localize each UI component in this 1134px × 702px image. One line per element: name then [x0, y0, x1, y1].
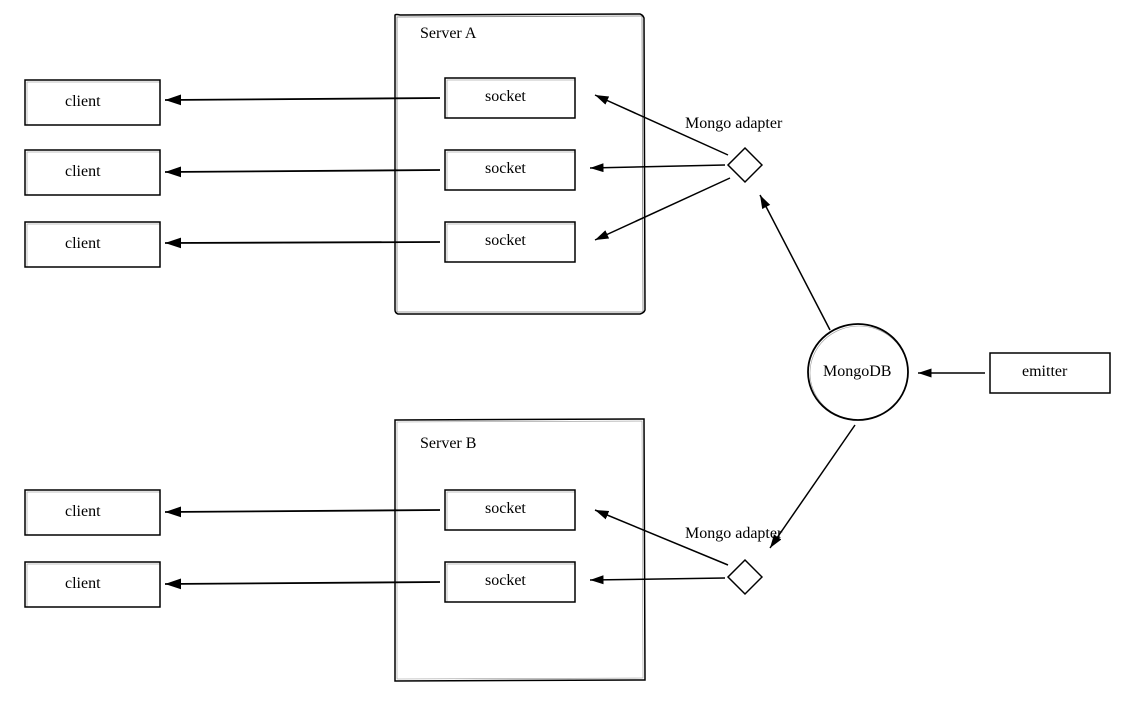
mongo-adapter-b-label: Mongo adapter — [685, 525, 782, 543]
mongo-adapter-a-diamond — [728, 148, 762, 182]
architecture-diagram — [0, 0, 1134, 702]
mongo-adapter-a-label: Mongo adapter — [685, 115, 782, 133]
arrow-socket-client-a1 — [165, 98, 440, 100]
client-b1-label: client — [65, 503, 101, 521]
arrow-socket-client-a2 — [165, 170, 440, 172]
arrow-mongo-adapter-a — [760, 195, 830, 330]
server-b-label: Server B — [420, 435, 476, 453]
arrow-socket-client-a3 — [165, 242, 440, 243]
arrow-mongo-adapter-b — [770, 425, 855, 548]
socket-b2-label: socket — [485, 572, 526, 590]
arrow-adapter-socket-b2 — [590, 578, 725, 580]
socket-a2-label: socket — [485, 160, 526, 178]
client-b2-label: client — [65, 575, 101, 593]
arrow-socket-client-b2 — [165, 582, 440, 584]
server-a-label: Server A — [420, 25, 476, 43]
mongo-adapter-b-diamond — [728, 560, 762, 594]
client-a1-label: client — [65, 93, 101, 111]
arrow-socket-client-b1 — [165, 510, 440, 512]
emitter-label: emitter — [1022, 363, 1067, 381]
socket-a3-label: socket — [485, 232, 526, 250]
socket-a1-label: socket — [485, 88, 526, 106]
client-a2-label: client — [65, 163, 101, 181]
socket-b1-label: socket — [485, 500, 526, 518]
arrow-adapter-socket-a3 — [595, 178, 730, 240]
server-b-box — [395, 419, 645, 681]
client-a3-label: client — [65, 235, 101, 253]
mongodb-label: MongoDB — [823, 363, 891, 381]
arrow-adapter-socket-a2 — [590, 165, 725, 168]
